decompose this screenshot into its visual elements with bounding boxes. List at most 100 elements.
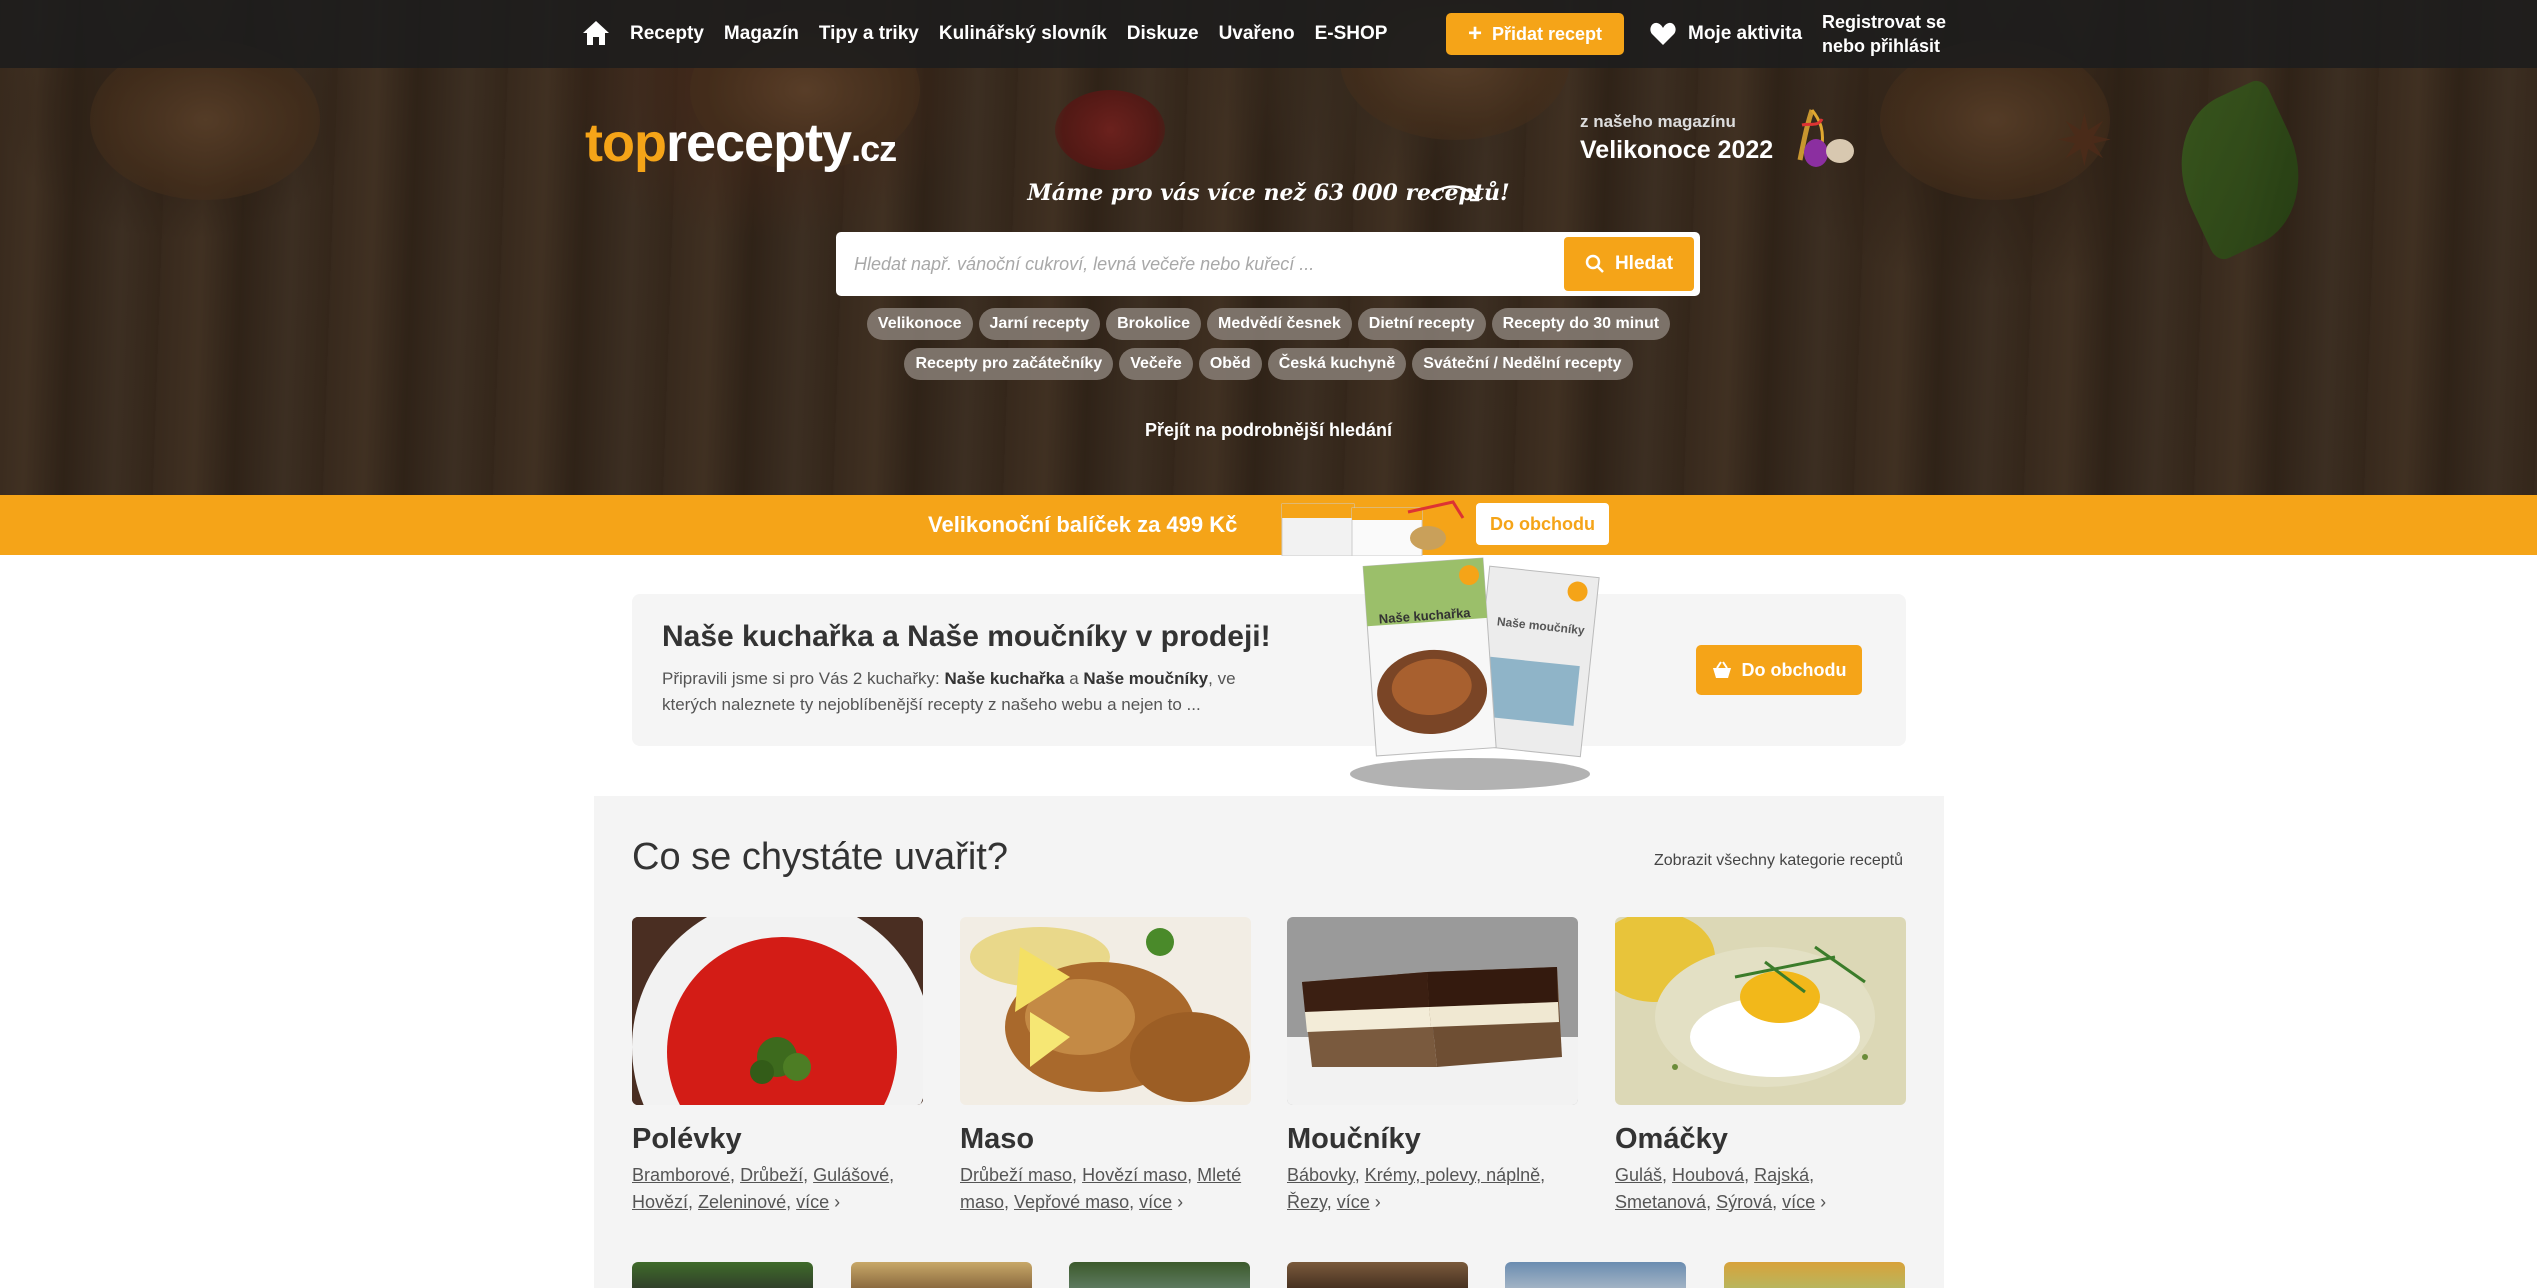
category-title[interactable]: Polévky — [632, 1123, 923, 1156]
recipe-thumbnail[interactable] — [1505, 1262, 1686, 1288]
chevron-right-icon: › — [1172, 1192, 1184, 1212]
chevron-right-icon: › — [1815, 1192, 1827, 1212]
subcategory-link[interactable]: Rajská — [1754, 1165, 1809, 1185]
banner-shop-button[interactable]: Do obchodu — [1476, 503, 1609, 545]
magazine-subtitle: z našeho magazínu — [1580, 112, 1736, 131]
tag-chip[interactable]: Recepty do 30 minut — [1491, 308, 1671, 340]
recipe-thumbnail[interactable] — [632, 1262, 813, 1288]
subcategory-link[interactable]: Bramborové — [632, 1165, 730, 1185]
category-title[interactable]: Maso — [960, 1123, 1251, 1156]
tag-chip[interactable]: Česká kuchyně — [1267, 348, 1407, 380]
promo-shop-button[interactable]: Do obchodu — [1696, 645, 1862, 695]
soup-image[interactable] — [632, 917, 923, 1105]
tag-chip[interactable]: Večeře — [1119, 348, 1193, 380]
nav-item[interactable]: Uvařeno — [1219, 23, 1295, 45]
register-label: Registrovat se — [1822, 12, 1947, 32]
subcategory-link[interactable]: Krémy, polevy, náplně — [1365, 1165, 1540, 1185]
login-label: nebo přihlásit — [1822, 36, 1941, 56]
search-input[interactable] — [854, 232, 1544, 296]
subcategory-link[interactable]: Sýrová — [1716, 1192, 1772, 1212]
subcategory-link[interactable]: Gulášové — [813, 1165, 889, 1185]
promo-shop-label: Do obchodu — [1741, 659, 1847, 680]
nav-item[interactable]: Diskuze — [1127, 23, 1199, 45]
my-activity-label: Moje aktivita — [1688, 23, 1803, 44]
subcategory-link[interactable]: Řezy — [1287, 1192, 1327, 1212]
more-link[interactable]: více — [1337, 1192, 1370, 1212]
category-title[interactable]: Moučníky — [1287, 1123, 1578, 1156]
subcategory-link[interactable]: Houbová — [1672, 1165, 1744, 1185]
promo-title: Naše kuchařka a Naše moučníky v prodeji! — [662, 620, 1271, 653]
magazine-link[interactable]: z našeho magazínu Velikonoce 2022 — [1580, 112, 1790, 165]
promo-description: Připravili jsme si pro Vás 2 kuchařky: N… — [662, 669, 1236, 714]
easter-whip-icon — [1797, 109, 1854, 167]
more-link[interactable]: více — [1782, 1192, 1815, 1212]
category-links: Bábovky, Krémy, polevy, náplně, Řezy, ví… — [1287, 1165, 1546, 1212]
search-button[interactable]: Hledat — [1564, 237, 1694, 291]
tag-chip[interactable]: Jarní recepty — [978, 308, 1101, 340]
popular-tags-row-1: Velikonoce Jarní recepty Brokolice Medvědí … — [0, 308, 2537, 340]
category-card-sauces: Omáčky Guláš, Houbová, Rajská, Smetanová… — [1615, 917, 1906, 1216]
search-button-label: Hledat — [1614, 253, 1674, 274]
subcategory-link[interactable]: Zeleninové — [698, 1192, 786, 1212]
nav-item[interactable]: E-SHOP — [1315, 23, 1388, 45]
tag-chip[interactable]: Velikonoce — [866, 308, 973, 340]
category-links: Bramborové, Drůbeží, Gulášové, Hovězí, Z… — [632, 1165, 895, 1212]
category-links: Drůbeží maso, Hovězí maso, Mleté maso, V… — [960, 1165, 1242, 1212]
subcategory-link[interactable]: Drůbeží maso — [960, 1165, 1072, 1185]
dessert-image[interactable] — [1287, 917, 1578, 1105]
shopping-basket-icon — [1712, 661, 1731, 678]
add-recipe-label: Přidat recept — [1491, 23, 1603, 44]
tag-chip[interactable]: Recepty pro začátečníky — [904, 348, 1114, 380]
home-icon[interactable] — [582, 20, 610, 46]
subcategory-link[interactable]: Hovězí maso — [1082, 1165, 1187, 1185]
category-card-desserts: Moučníky Bábovky, Krémy, polevy, náplně,… — [1287, 917, 1578, 1216]
curved-arrow-icon — [1430, 185, 1480, 202]
top-navigation: Recepty Magazín Tipy a triky Kulinářský slo… — [0, 0, 2537, 68]
category-links: Guláš, Houbová, Rajská, Smetanová, Sýrov… — [1615, 1165, 1827, 1212]
recipe-thumbnail[interactable] — [1724, 1262, 1905, 1288]
category-card-soups: Polévky Bramborové, Drůbeží, Gulášové, H… — [632, 917, 923, 1216]
more-link[interactable]: více — [796, 1192, 829, 1212]
subcategory-link[interactable]: Drůbeží — [740, 1165, 803, 1185]
site-logo[interactable]: toprecepty.cz — [585, 112, 897, 174]
search-icon — [1585, 254, 1604, 273]
subcategory-link[interactable]: Bábovky — [1287, 1165, 1355, 1185]
subcategory-link[interactable]: Hovězí — [632, 1192, 688, 1212]
meat-image[interactable] — [960, 917, 1251, 1105]
subcategory-link[interactable]: Vepřové maso — [1014, 1192, 1129, 1212]
show-all-categories-link[interactable]: Zobrazit všechny kategorie receptů — [1654, 852, 1903, 870]
nav-item[interactable]: Magazín — [724, 23, 799, 45]
tag-chip[interactable]: Sváteční / Nedělní recepty — [1412, 348, 1633, 380]
categories-heading: Co se chystáte uvařit? — [632, 836, 1008, 878]
subcategory-link[interactable]: Guláš — [1615, 1165, 1662, 1185]
register-login-link[interactable]: Registrovat se nebo přihlásit — [1822, 10, 1982, 58]
recipe-thumbnail[interactable] — [1287, 1262, 1468, 1288]
my-activity-link[interactable]: Moje aktivita — [1650, 0, 1802, 68]
tag-chip[interactable]: Brokolice — [1106, 308, 1202, 340]
sauce-image[interactable] — [1615, 917, 1906, 1105]
subcategory-link[interactable]: Smetanová — [1615, 1192, 1706, 1212]
tag-chip[interactable]: Oběd — [1198, 348, 1262, 380]
chevron-right-icon: › — [1369, 1192, 1381, 1212]
nav-item[interactable]: Tipy a triky — [819, 23, 919, 45]
tag-chip[interactable]: Medvědí česnek — [1207, 308, 1352, 340]
tag-chip[interactable]: Dietní recepty — [1357, 308, 1486, 340]
nav-menu: Recepty Magazín Tipy a triky Kulinářský slo… — [630, 0, 1387, 68]
cookbooks-image: Naše moučníky Naše kuchařka — [1350, 557, 1600, 790]
plus-icon: + — [1467, 20, 1482, 47]
nav-item[interactable]: Kulinářský slovník — [939, 23, 1107, 45]
more-link[interactable]: více — [1139, 1192, 1172, 1212]
chevron-right-icon: › — [829, 1192, 841, 1212]
add-recipe-button[interactable]: + Přidat recept — [1446, 13, 1624, 55]
promo-banner: Velikonoční balíček za 499 Kč — [0, 495, 2537, 555]
nav-item[interactable]: Recepty — [630, 23, 704, 45]
recipe-thumbnail[interactable] — [851, 1262, 1032, 1288]
category-title[interactable]: Omáčky — [1615, 1123, 1906, 1156]
advanced-search-link[interactable]: Přejít na podrobnější hledání — [0, 420, 2537, 441]
magazine-title: Velikonoce 2022 — [1580, 136, 1774, 164]
books-image — [1281, 500, 1465, 556]
recipe-thumbnail[interactable] — [1069, 1262, 1250, 1288]
recipe-thumbnails-row — [632, 1262, 1906, 1288]
search-box: Hledat — [836, 232, 1700, 296]
popular-tags-row-2: Recepty pro začátečníky Večeře Oběd Česká k… — [0, 348, 2537, 380]
